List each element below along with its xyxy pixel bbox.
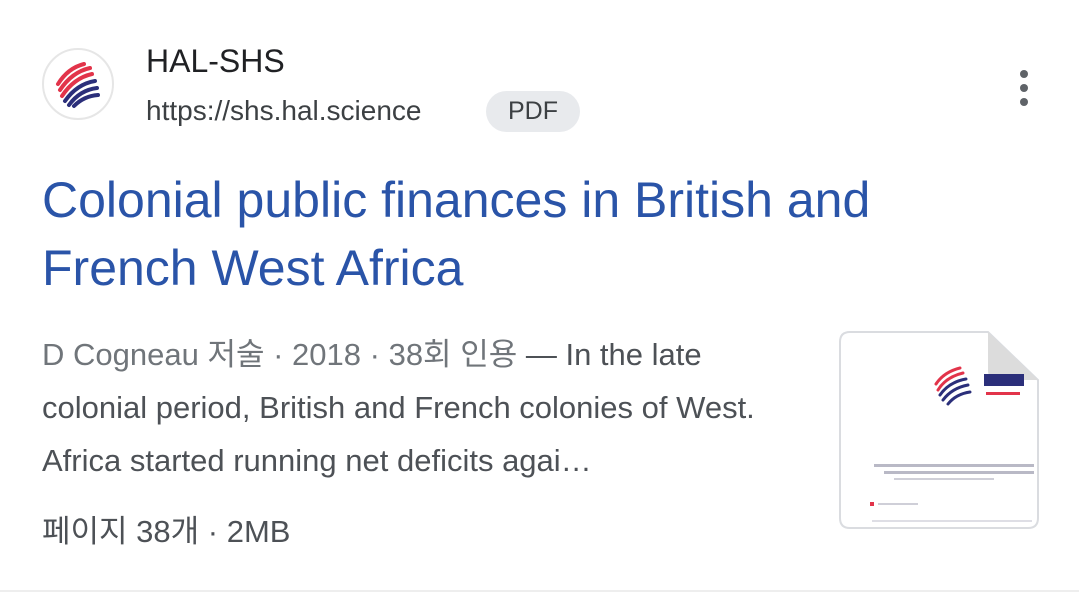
snippet-citations[interactable]: 38회 인용: [389, 337, 518, 372]
divider: [0, 590, 1079, 592]
snippet-separator: ·: [361, 337, 389, 372]
hal-logo-icon[interactable]: [42, 48, 114, 120]
more-vert-icon: [1020, 84, 1028, 92]
site-name[interactable]: HAL-SHS: [146, 42, 285, 80]
document-thumbnail-icon[interactable]: [838, 330, 1040, 530]
site-url[interactable]: https://shs.hal.science: [146, 94, 421, 128]
result-snippet: D Cogneau 저술 · 2018 · 38회 인용 — In the la…: [42, 328, 812, 487]
result-title-link[interactable]: Colonial public finances in British and …: [42, 166, 962, 302]
snippet-dash: —: [517, 337, 566, 372]
file-type-badge: PDF: [486, 91, 580, 132]
more-vert-icon: [1020, 98, 1028, 106]
more-options-button[interactable]: [1004, 66, 1044, 110]
snippet-author: D Cogneau 저술: [42, 337, 265, 372]
snippet-separator: ·: [264, 337, 293, 372]
search-result-card: HAL-SHS https://shs.hal.science PDF Colo…: [0, 0, 1079, 594]
more-vert-icon: [1020, 70, 1028, 78]
snippet-year: 2018: [292, 337, 362, 372]
file-meta: 페이지 38개 · 2MB: [42, 514, 291, 549]
